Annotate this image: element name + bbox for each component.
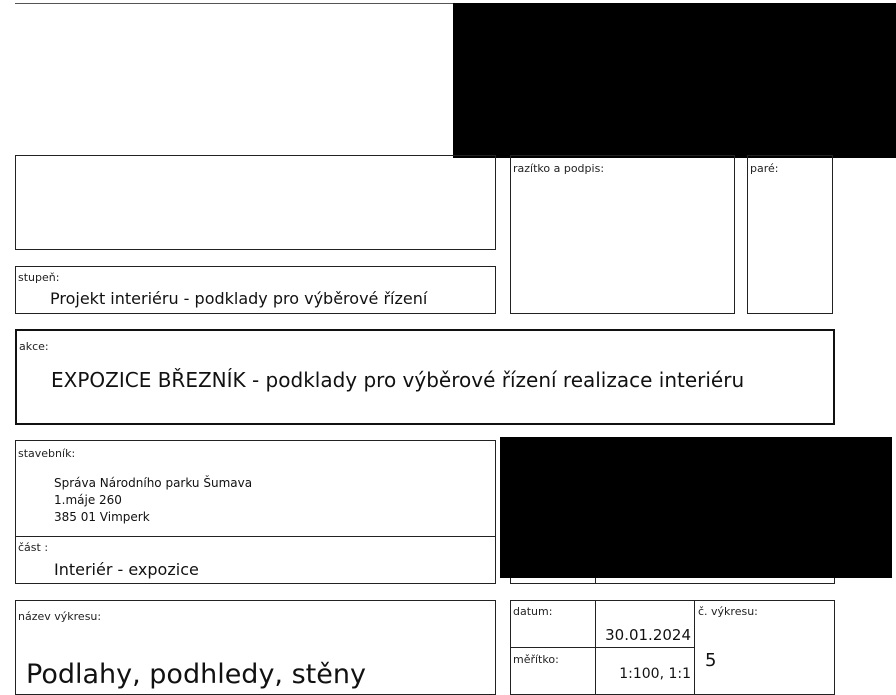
drawing-box: název výkresu: Podlahy, podhledy, stěny: [15, 600, 496, 695]
drawing-value: Podlahy, podhledy, stěny: [26, 659, 366, 690]
scale-label-cell: měřítko:: [510, 647, 596, 695]
empty-header-box: [15, 155, 496, 250]
redacted-block-middle: [500, 437, 892, 578]
drawing-no-value: 5: [705, 650, 717, 671]
client-label: stavebník:: [18, 447, 76, 460]
stage-box: stupeň: Projekt interiéru - podklady pro…: [15, 266, 496, 314]
part-box: část : Interiér - expozice: [15, 536, 496, 584]
redacted-block-top: [453, 3, 896, 158]
stage-value: Projekt interiéru - podklady pro výběrov…: [50, 289, 428, 308]
drawing-no-label: č. výkresu:: [698, 605, 758, 618]
client-street: 1.máje 260: [54, 493, 122, 507]
date-label: datum:: [513, 605, 553, 618]
client-box: stavebník: Správa Národního parku Šumava…: [15, 440, 496, 537]
part-value: Interiér - expozice: [54, 560, 199, 579]
stamp-label: razítko a podpis:: [513, 162, 605, 175]
project-box: akce: EXPOZICE BŘEZNÍK - podklady pro vý…: [15, 329, 835, 425]
scale-value-cell: 1:100, 1:1: [595, 647, 695, 695]
scale-value: 1:100, 1:1: [619, 666, 691, 682]
scale-label: měřítko:: [513, 653, 559, 666]
date-label-cell: datum:: [510, 600, 596, 648]
date-value-cell: 30.01.2024: [595, 600, 695, 648]
client-name: Správa Národního parku Šumava: [54, 476, 253, 490]
part-label: část :: [18, 541, 49, 554]
date-value: 30.01.2024: [605, 626, 691, 644]
drawing-no-cell: č. výkresu: 5: [694, 600, 835, 695]
copies-label: paré:: [750, 162, 779, 175]
stage-label: stupeň:: [18, 271, 60, 284]
stamp-box: razítko a podpis:: [510, 155, 735, 314]
client-city: 385 01 Vimperk: [54, 510, 150, 524]
drawing-label: název výkresu:: [18, 610, 102, 623]
project-value: EXPOZICE BŘEZNÍK - podklady pro výběrové…: [51, 368, 745, 392]
project-label: akce:: [19, 340, 49, 353]
copies-box: paré:: [747, 155, 833, 314]
